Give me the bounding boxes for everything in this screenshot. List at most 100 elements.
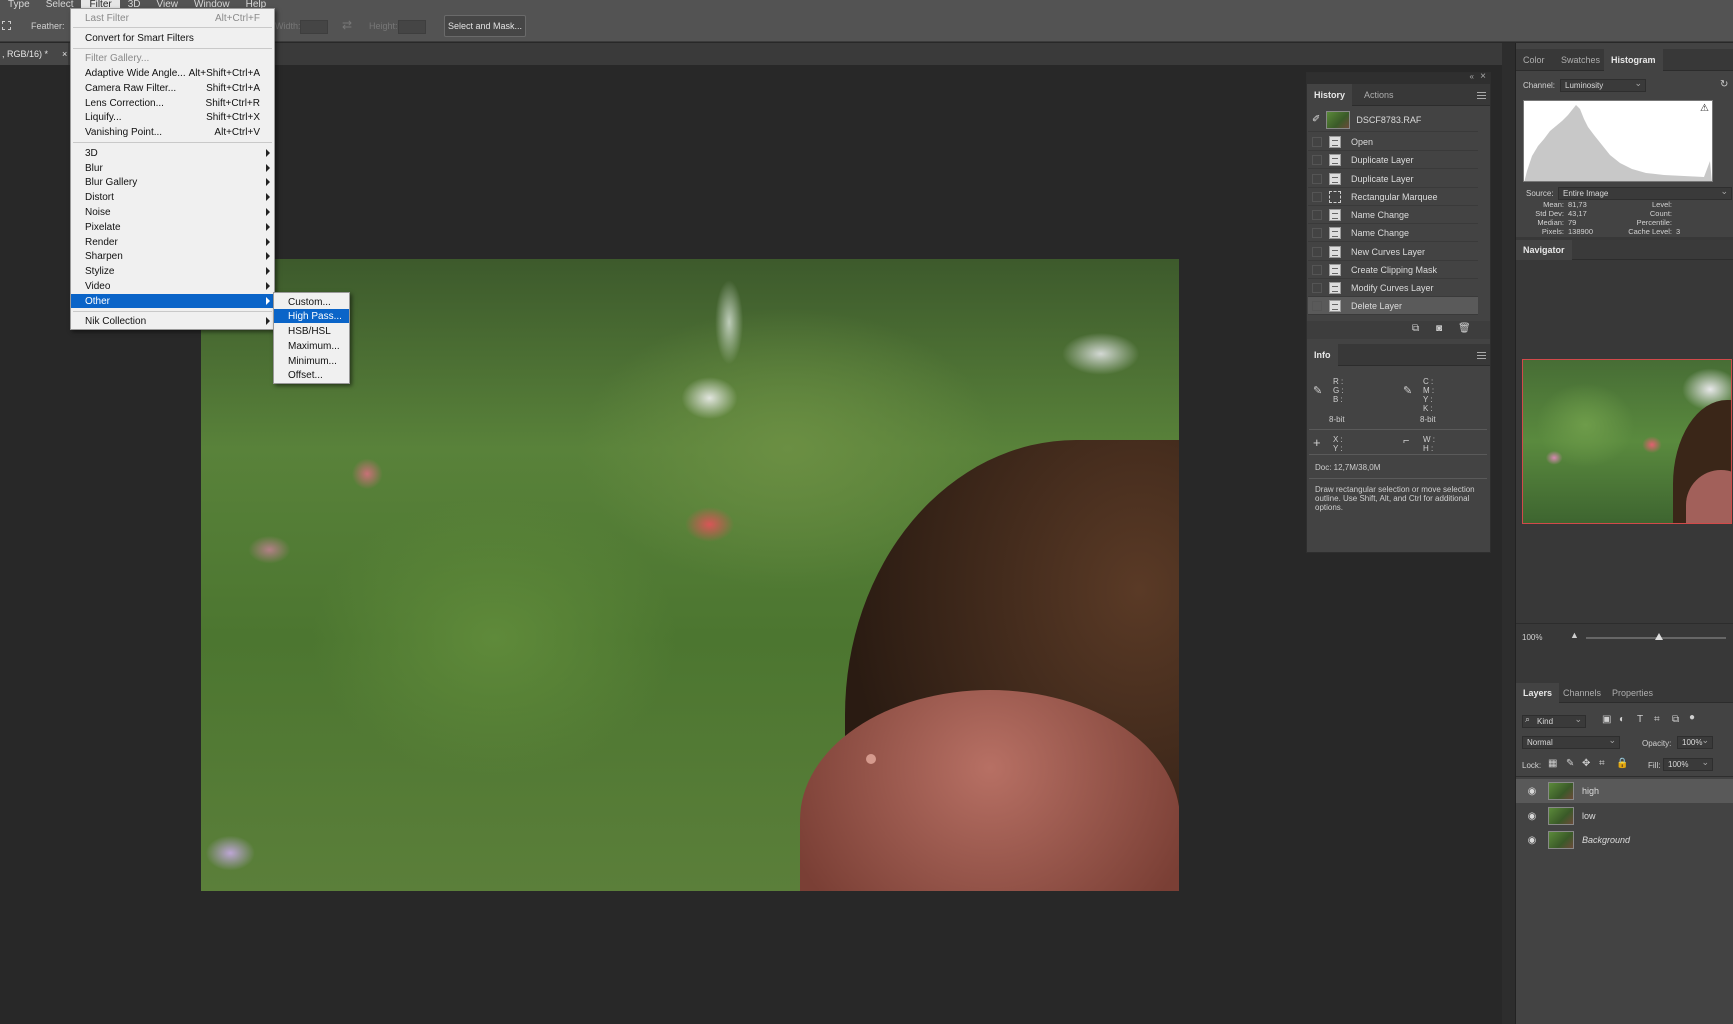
source-dropdown[interactable]: Entire Image <box>1558 186 1732 200</box>
tab-histogram[interactable]: Histogram <box>1604 49 1663 71</box>
tab-channels[interactable]: Channels <box>1556 683 1608 703</box>
fill-field[interactable]: 100% <box>1663 757 1713 771</box>
collapse-icon[interactable]: « <box>1470 72 1474 81</box>
history-step[interactable]: Create Clipping Mask <box>1308 261 1478 279</box>
menu-item-nik-collection[interactable]: Nik Collection <box>71 314 274 328</box>
shape-layer-filter-icon[interactable]: ⌗ <box>1654 714 1660 725</box>
new-document-from-state-icon[interactable]: ⧉ <box>1412 323 1419 334</box>
menu-item-liquify[interactable]: Liquify... Shift+Ctrl+X <box>71 110 274 124</box>
layer-name[interactable]: high <box>1582 786 1599 796</box>
tab-swatches[interactable]: Swatches <box>1554 49 1607 71</box>
trash-icon[interactable]: 🗑 <box>1458 323 1471 334</box>
smart-object-filter-icon[interactable]: ⧉ <box>1672 714 1679 725</box>
histogram-right-values: 3 <box>1676 227 1681 236</box>
zoom-slider-track[interactable] <box>1586 633 1726 640</box>
select-and-mask-button[interactable]: Select and Mask... <box>444 15 526 37</box>
menu-item-adaptive-wide-angle[interactable]: Adaptive Wide Angle... Alt+Shift+Ctrl+A <box>71 66 274 80</box>
menu-item-maximum[interactable]: Maximum... <box>274 339 349 353</box>
color-tabbar: Color Swatches Histogram <box>1516 49 1733 71</box>
close-icon[interactable]: × <box>1480 71 1486 82</box>
menu-item-vanishing-point[interactable]: Vanishing Point... Alt+Ctrl+V <box>71 125 274 139</box>
menu-item-blur[interactable]: Blur <box>71 161 274 175</box>
menu-item-video[interactable]: Video <box>71 279 274 293</box>
menu-item-lens-correction[interactable]: Lens Correction... Shift+Ctrl+R <box>71 96 274 110</box>
history-snapshot[interactable]: ✐ DSCF8783.RAF <box>1308 108 1478 132</box>
layer-name[interactable]: Background <box>1582 835 1630 845</box>
menu-item-offset[interactable]: Offset... <box>274 368 349 382</box>
menu-item-high-pass[interactable]: High Pass... <box>274 309 349 323</box>
history-step[interactable]: Name Change <box>1308 224 1478 242</box>
visibility-eye-icon[interactable]: ◉ <box>1525 835 1539 846</box>
menu-item-sharpen[interactable]: Sharpen <box>71 249 274 263</box>
history-step[interactable]: Open <box>1308 133 1478 151</box>
tab-history[interactable]: History <box>1307 84 1353 106</box>
panel-header[interactable]: « × <box>1307 71 1490 84</box>
visibility-eye-icon[interactable]: ◉ <box>1525 786 1539 797</box>
blend-mode-dropdown[interactable]: Normal <box>1522 735 1620 749</box>
menu-item-render[interactable]: Render <box>71 235 274 249</box>
tab-properties[interactable]: Properties <box>1605 683 1660 703</box>
navigator-preview[interactable] <box>1522 359 1732 524</box>
submenu-arrow-icon <box>266 317 270 325</box>
menu-item-distort[interactable]: Distort <box>71 190 274 204</box>
adjustment-layer-filter-icon[interactable]: ◐ <box>1619 714 1625 725</box>
history-step[interactable]: Duplicate Layer <box>1308 170 1478 188</box>
zoom-value[interactable]: 100% <box>1522 633 1542 642</box>
tab-actions[interactable]: Actions <box>1357 84 1401 106</box>
lock-all-icon[interactable]: 🔒 <box>1616 758 1628 769</box>
menu-item-minimum[interactable]: Minimum... <box>274 354 349 368</box>
width-field[interactable] <box>300 20 328 34</box>
history-step[interactable]: Name Change <box>1308 206 1478 224</box>
refresh-icon[interactable]: ↻ <box>1720 79 1728 90</box>
pixel-layer-filter-icon[interactable]: ▣ <box>1602 714 1611 725</box>
menu-item-hsb-hsl[interactable]: HSB/HSL <box>274 324 349 338</box>
histogram-curve <box>1524 105 1712 181</box>
panel-menu-icon[interactable] <box>1477 352 1486 359</box>
document-tab[interactable]: , RGB/16) * × <box>0 43 68 65</box>
panel-menu-icon[interactable] <box>1477 92 1486 99</box>
menu-item-3d[interactable]: 3D <box>71 146 274 160</box>
lock-artboard-icon[interactable]: ⌗ <box>1599 758 1605 769</box>
type-layer-filter-icon[interactable]: T <box>1637 714 1643 725</box>
opacity-field[interactable]: 100% <box>1677 735 1713 749</box>
height-field[interactable] <box>398 20 426 34</box>
layer-thumbnail <box>1548 807 1574 825</box>
menu-item-other[interactable]: Other <box>71 294 274 308</box>
menu-item-noise[interactable]: Noise <box>71 205 274 219</box>
history-step[interactable]: Modify Curves Layer <box>1308 279 1478 297</box>
layer-row-high[interactable]: ◉ high <box>1516 779 1733 803</box>
layer-name[interactable]: low <box>1582 811 1596 821</box>
other-submenu: Custom... High Pass... HSB/HSL Maximum..… <box>273 292 350 384</box>
menu-item-convert-smart-filters[interactable]: Convert for Smart Filters <box>71 31 274 45</box>
filter-toggle-icon[interactable]: ● <box>1689 712 1695 723</box>
swap-icon[interactable]: ⇄ <box>342 18 352 32</box>
menu-item-camera-raw-filter[interactable]: Camera Raw Filter... Shift+Ctrl+A <box>71 81 274 95</box>
zoom-slider-thumb[interactable] <box>1654 633 1663 640</box>
layer-row-background[interactable]: ◉ Background <box>1516 828 1733 852</box>
layer-filter-dropdown[interactable]: Kind <box>1522 714 1586 728</box>
tab-color[interactable]: Color <box>1516 49 1552 71</box>
menu-item-blur-gallery[interactable]: Blur Gallery <box>71 175 274 189</box>
marquee-tool-icon[interactable] <box>2 21 11 30</box>
menu-item-pixelate[interactable]: Pixelate <box>71 220 274 234</box>
layer-row-low[interactable]: ◉ low <box>1516 804 1733 828</box>
camera-icon[interactable]: ◙ <box>1436 323 1442 334</box>
history-step[interactable]: Duplicate Layer <box>1308 151 1478 169</box>
tab-info[interactable]: Info <box>1307 344 1338 366</box>
history-step[interactable]: Rectangular Marquee <box>1308 188 1478 206</box>
lock-brush-icon[interactable]: ✎ <box>1566 758 1574 769</box>
visibility-eye-icon[interactable]: ◉ <box>1525 811 1539 822</box>
history-step-current[interactable]: Delete Layer <box>1308 297 1478 315</box>
tab-navigator[interactable]: Navigator <box>1516 240 1572 260</box>
menu-item-custom[interactable]: Custom... <box>274 295 349 309</box>
menu-item-stylize[interactable]: Stylize <box>71 264 274 278</box>
zoom-out-icon[interactable]: ▲ <box>1570 630 1579 640</box>
menu-type[interactable]: Type <box>0 0 38 10</box>
close-icon[interactable]: × <box>62 49 67 59</box>
history-step[interactable]: New Curves Layer <box>1308 243 1478 261</box>
channel-dropdown[interactable]: Luminosity <box>1560 78 1646 92</box>
tab-layers[interactable]: Layers <box>1516 683 1560 703</box>
lock-move-icon[interactable]: ✥ <box>1582 758 1590 769</box>
document-icon <box>1329 135 1341 148</box>
lock-transparent-icon[interactable]: ▦ <box>1548 758 1557 769</box>
